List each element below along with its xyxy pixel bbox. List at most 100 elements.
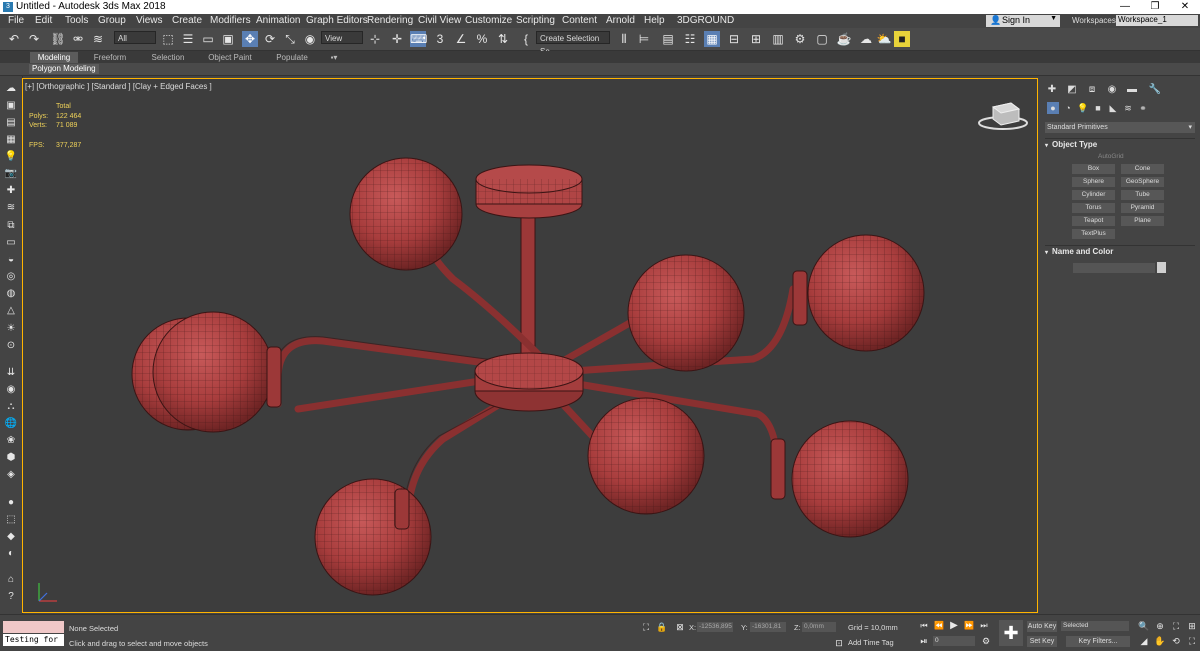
- ref-coord-dropdown[interactable]: View: [321, 31, 363, 44]
- display-frozen-icon[interactable]: △: [3, 304, 19, 318]
- place-icon[interactable]: ◉: [302, 31, 318, 47]
- menu-file[interactable]: File: [8, 15, 24, 26]
- spacewarps-icon[interactable]: ≋: [1122, 102, 1134, 114]
- menu-animation[interactable]: Animation: [256, 15, 300, 26]
- auto-key-button[interactable]: Auto Key: [1027, 621, 1057, 632]
- next-frame-icon[interactable]: ⏩: [963, 620, 975, 632]
- snaps-toggle-icon[interactable]: 3: [432, 31, 448, 47]
- named-selection-dropdown[interactable]: Create Selection Se: [536, 31, 610, 56]
- angle-snap-icon[interactable]: ∠: [453, 31, 469, 47]
- minimize-icon[interactable]: —: [1110, 0, 1140, 14]
- ribbon-options-icon[interactable]: ▪▾: [325, 52, 343, 63]
- menu-scripting[interactable]: Scripting: [516, 15, 555, 26]
- geosphere-button[interactable]: GeoSphere: [1121, 177, 1164, 187]
- play-icon[interactable]: ▶: [948, 620, 960, 632]
- orbit-icon[interactable]: ⟲: [1170, 635, 1182, 647]
- display-bones-icon[interactable]: ◒: [3, 253, 19, 267]
- menu-graph-editors[interactable]: Graph Editors: [306, 15, 368, 26]
- display-spacewarps-icon[interactable]: ≋: [3, 201, 19, 215]
- pyramid-button[interactable]: Pyramid: [1121, 203, 1164, 213]
- polygon-modeling-label[interactable]: Polygon Modeling: [29, 64, 99, 74]
- autogrid-checkbox[interactable]: AutoGrid: [1098, 153, 1124, 160]
- display-shapes-icon[interactable]: ▦: [3, 133, 19, 147]
- mirror-icon[interactable]: ⫴: [616, 31, 632, 47]
- object-name-input[interactable]: [1073, 263, 1155, 273]
- key-selection-dropdown[interactable]: Selected: [1061, 621, 1129, 631]
- display-all-icon[interactable]: ▣: [3, 99, 19, 113]
- paint-icon[interactable]: ◈: [3, 468, 19, 482]
- key-filters-button[interactable]: Key Filters...: [1066, 636, 1130, 647]
- goto-start-icon[interactable]: ⏮: [918, 620, 930, 632]
- menu-modifiers[interactable]: Modifiers: [210, 15, 251, 26]
- display-sun-icon[interactable]: ◍: [3, 287, 19, 301]
- window-crossing-icon[interactable]: ▣: [220, 31, 236, 47]
- add-time-tag-button[interactable]: Add Time Tag: [848, 638, 894, 647]
- menu-content[interactable]: Content: [562, 15, 597, 26]
- maximize-viewport-icon[interactable]: ⛶: [1186, 635, 1198, 647]
- helpers-icon[interactable]: ◣: [1107, 102, 1119, 114]
- key-mode-icon[interactable]: ⏯: [918, 635, 930, 647]
- arnold-icon[interactable]: ■: [894, 31, 910, 47]
- primitive-category-dropdown[interactable]: Standard Primitives ▾: [1045, 122, 1195, 133]
- filter-icon[interactable]: ⇊: [3, 366, 19, 380]
- menu-tools[interactable]: Tools: [65, 15, 88, 26]
- spinner-snap-icon[interactable]: ⇅: [495, 31, 511, 47]
- previous-frame-icon[interactable]: ⏪: [933, 620, 945, 632]
- shapes-icon[interactable]: ◔: [1062, 102, 1074, 114]
- object-type-rollout-header[interactable]: ▾ Object Type: [1045, 138, 1195, 150]
- scene-explorer-toggle-icon[interactable]: ☁: [3, 82, 19, 96]
- set-key-button[interactable]: Set Key: [1027, 636, 1057, 647]
- chandelier-model[interactable]: [23, 79, 1037, 612]
- torus-button[interactable]: Torus: [1072, 203, 1115, 213]
- menu-help[interactable]: Help: [644, 15, 665, 26]
- select-scale-icon[interactable]: ⤡: [282, 31, 298, 47]
- cone-button[interactable]: Cone: [1121, 164, 1164, 174]
- menu-arnold[interactable]: Arnold: [606, 15, 635, 26]
- display-live-icon[interactable]: ⊙: [3, 339, 19, 353]
- help-icon[interactable]: ?: [3, 590, 19, 604]
- x-coord-field[interactable]: -12536,895: [697, 622, 733, 632]
- viewcube[interactable]: [978, 102, 1028, 130]
- display-hidden-icon[interactable]: ☀: [3, 322, 19, 336]
- motion-tab-icon[interactable]: ◉: [1105, 83, 1119, 97]
- hierarchy-icon[interactable]: ⛬: [3, 400, 19, 414]
- curve-editor-icon[interactable]: ⊟: [726, 31, 742, 47]
- select-move-icon[interactable]: ✥: [242, 31, 258, 47]
- plant-icon[interactable]: ❀: [3, 434, 19, 448]
- textplus-button[interactable]: TextPlus: [1072, 229, 1115, 239]
- tab-populate[interactable]: Populate: [268, 52, 316, 63]
- z-coord-field[interactable]: 0,0mm: [802, 622, 836, 632]
- render-setup-icon[interactable]: ⚙: [792, 31, 808, 47]
- name-and-color-rollout-header[interactable]: ▾ Name and Color: [1045, 245, 1195, 257]
- tab-object-paint[interactable]: Object Paint: [202, 52, 258, 63]
- unlink-icon[interactable]: ⚮: [70, 31, 86, 47]
- layer-explorer-icon[interactable]: ☷: [682, 31, 698, 47]
- workspace-select[interactable]: Workspace_1: [1116, 15, 1198, 26]
- select-by-name-icon[interactable]: ☰: [180, 31, 196, 47]
- goto-end-icon[interactable]: ⏭: [978, 620, 990, 632]
- globe-icon[interactable]: 🌐: [3, 417, 19, 431]
- sphere-tool-icon[interactable]: ●: [3, 496, 19, 510]
- display-cameras-icon[interactable]: 📷: [3, 167, 19, 181]
- material-editor-icon[interactable]: ▥: [770, 31, 786, 47]
- teapot-button[interactable]: Teapot: [1072, 216, 1115, 226]
- percent-snap-icon[interactable]: %: [474, 31, 490, 47]
- select-toggle-icon[interactable]: ⬚: [3, 513, 19, 527]
- tab-freeform[interactable]: Freeform: [86, 52, 134, 63]
- keyboard-shortcut-icon[interactable]: ⌨: [410, 31, 427, 47]
- container-icon[interactable]: ⬢: [3, 451, 19, 465]
- tab-modeling[interactable]: Modeling: [30, 52, 78, 63]
- lock-selection-icon[interactable]: 🔒: [656, 621, 668, 633]
- select-object-icon[interactable]: ⬚: [160, 31, 176, 47]
- close-icon[interactable]: ✕: [1170, 0, 1200, 14]
- box-button[interactable]: Box: [1072, 164, 1115, 174]
- utilities-tab-icon[interactable]: 🔧: [1148, 83, 1162, 97]
- menu-create[interactable]: Create: [172, 15, 202, 26]
- sign-in-button[interactable]: 👤 Sign In ▼: [986, 15, 1060, 27]
- menu-edit[interactable]: Edit: [35, 15, 52, 26]
- align-icon[interactable]: ⊨: [636, 31, 652, 47]
- rect-selection-icon[interactable]: ▭: [200, 31, 216, 47]
- cameras-icon[interactable]: ■: [1092, 102, 1104, 114]
- render-production-icon[interactable]: ☕: [836, 31, 852, 47]
- menu-civil-view[interactable]: Civil View: [418, 15, 461, 26]
